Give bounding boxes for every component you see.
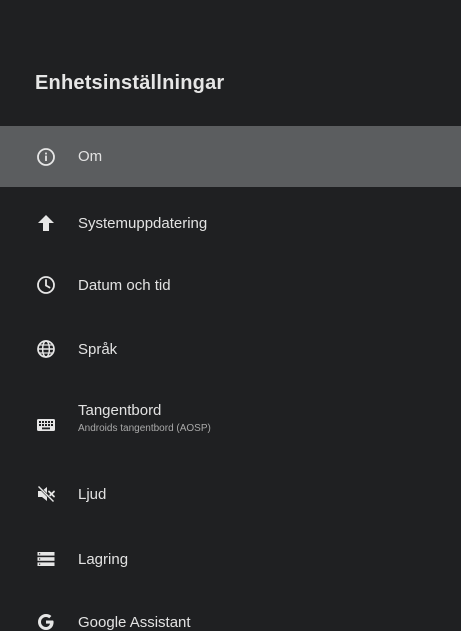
settings-screen: Enhetsinställningar Om Systemuppdatering <box>0 0 461 631</box>
menu-item-google-assistant[interactable]: Google Assistant <box>0 596 461 631</box>
menu-item-about[interactable]: Om <box>0 126 461 187</box>
menu-item-date-time[interactable]: Datum och tid <box>0 259 461 311</box>
menu-item-system-update[interactable]: Systemuppdatering <box>0 197 461 249</box>
menu-item-sublabel: Androids tangentbord (AOSP) <box>78 423 211 434</box>
page-title: Enhetsinställningar <box>35 72 225 94</box>
menu-item-text: Språk <box>78 341 117 358</box>
info-icon <box>36 147 56 167</box>
menu-item-language[interactable]: Språk <box>0 323 461 375</box>
menu-item-label: Systemuppdatering <box>78 214 208 232</box>
menu-item-label: Lagring <box>78 550 129 568</box>
menu-item-text: Datum och tid <box>78 277 171 294</box>
volume-off-icon <box>36 484 56 504</box>
menu-item-label: Ljud <box>78 485 107 503</box>
menu-item-text: Om <box>78 148 102 165</box>
menu-item-text: Ljud <box>78 486 106 503</box>
google-icon <box>36 612 56 631</box>
menu-item-keyboard[interactable]: Tangentbord Androids tangentbord (AOSP) <box>0 394 461 456</box>
menu-item-label: Tangentbord <box>78 402 162 419</box>
globe-icon <box>36 339 56 359</box>
menu-item-label: Språk <box>78 340 118 358</box>
menu-item-storage[interactable]: Lagring <box>0 533 461 585</box>
menu-item-text: Tangentbord Androids tangentbord (AOSP) <box>78 402 211 434</box>
menu-item-text: Systemuppdatering <box>78 215 207 232</box>
clock-icon <box>36 275 56 295</box>
keyboard-icon <box>36 415 56 435</box>
menu-item-sound[interactable]: Ljud <box>0 468 461 520</box>
menu-item-text: Google Assistant <box>78 614 191 631</box>
storage-icon <box>36 549 56 569</box>
menu-item-label: Datum och tid <box>78 276 171 294</box>
menu-item-text: Lagring <box>78 551 128 568</box>
menu-item-label: Om <box>78 148 103 165</box>
menu-item-label: Google Assistant <box>78 613 191 631</box>
arrow-up-icon <box>36 213 56 233</box>
